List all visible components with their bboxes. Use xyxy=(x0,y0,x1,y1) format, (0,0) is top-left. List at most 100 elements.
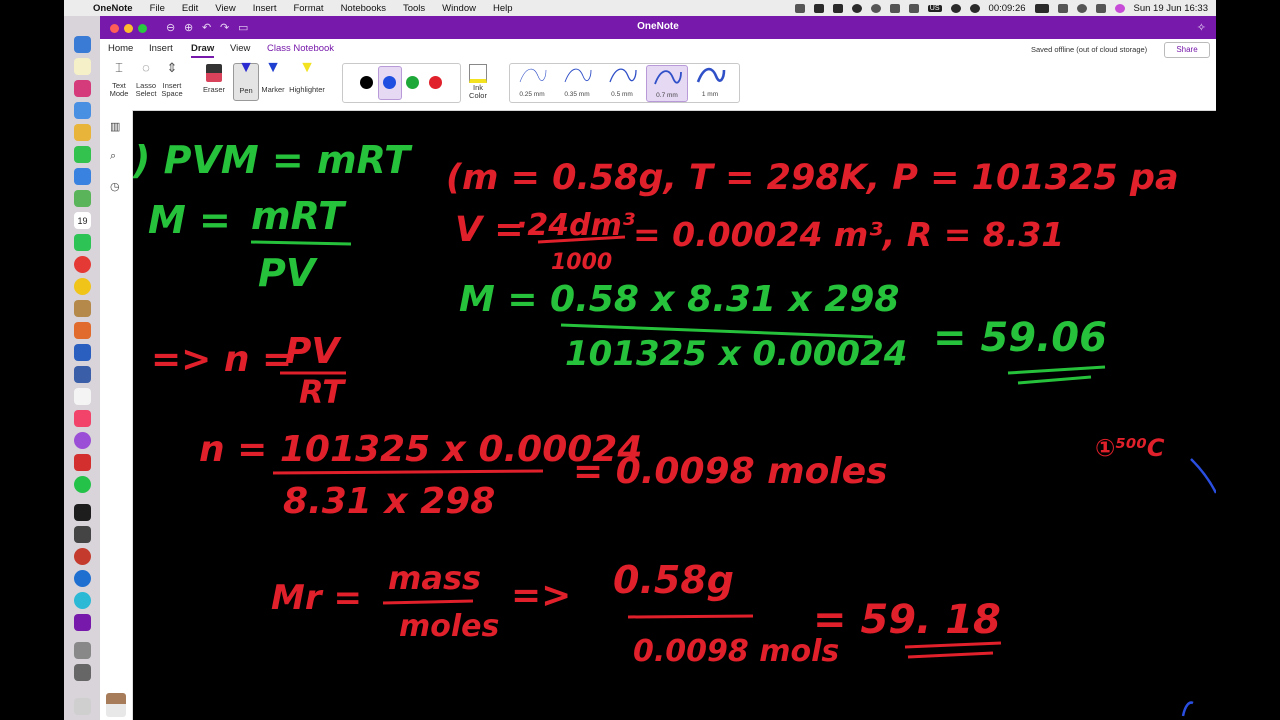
notes-icon[interactable] xyxy=(74,58,91,75)
text-mode-button[interactable]: ⌶ Text Mode xyxy=(106,61,132,98)
color-black[interactable] xyxy=(360,76,373,89)
downloads-icon[interactable] xyxy=(74,642,91,659)
insert-space-button[interactable]: ⇕ Insert Space xyxy=(159,61,185,98)
volume-icon[interactable] xyxy=(889,3,900,13)
given-values-line-1: (m = 0.58g, T = 298K, P = 101325 pa xyxy=(446,158,1179,198)
recent-notes-icon[interactable]: ◷ xyxy=(110,180,120,193)
onenote-icon[interactable] xyxy=(74,614,91,631)
menu-insert[interactable]: Insert xyxy=(253,3,277,14)
feedback-icon[interactable]: ✧ xyxy=(1197,21,1206,34)
tab-insert[interactable]: Insert xyxy=(149,43,173,54)
share-button[interactable]: Share xyxy=(1164,42,1210,58)
recording-timer: 00:09:26 xyxy=(988,2,1026,14)
battery-icon[interactable] xyxy=(1034,3,1049,13)
tab-class-notebook[interactable]: Class Notebook xyxy=(267,43,334,54)
menu-format[interactable]: Format xyxy=(293,3,323,14)
menubar-app-name[interactable]: OneNote xyxy=(93,3,133,14)
highlighter-button[interactable]: ▼ Highlighter xyxy=(287,59,327,94)
moles-formula-numerator: PV xyxy=(285,331,342,372)
media-icon[interactable] xyxy=(74,570,91,587)
pdf-icon[interactable] xyxy=(74,454,91,471)
whatsapp-icon[interactable] xyxy=(74,476,91,493)
color-red[interactable] xyxy=(429,76,442,89)
youtube-icon[interactable] xyxy=(74,256,91,273)
maps-icon[interactable] xyxy=(74,190,91,207)
facetime-icon[interactable] xyxy=(74,234,91,251)
pen-size-label: 0.35 mm xyxy=(564,91,590,98)
pen-size-0-5[interactable]: 0.5 mm xyxy=(602,64,642,102)
screen-capture-icon[interactable] xyxy=(74,504,91,521)
pen-size-0-35[interactable]: 0.35 mm xyxy=(557,64,597,102)
preview-icon[interactable] xyxy=(74,366,91,383)
camera-icon[interactable] xyxy=(74,526,91,543)
insert-space-label: Insert Space xyxy=(161,81,183,98)
marker-label: Marker xyxy=(261,85,285,94)
music-icon[interactable] xyxy=(74,410,91,427)
wifi-icon[interactable] xyxy=(1057,3,1068,13)
menubar-clock[interactable]: Sun 19 Jun 16:33 xyxy=(1134,3,1208,14)
chrome-icon[interactable] xyxy=(74,278,91,295)
dropbox-icon[interactable] xyxy=(794,3,805,13)
menu-notebooks[interactable]: Notebooks xyxy=(341,3,386,14)
moles-formula-label: => n = xyxy=(151,339,292,380)
photos-icon[interactable] xyxy=(74,124,91,141)
highlighter-icon: ▼ xyxy=(299,59,315,76)
app-icon[interactable] xyxy=(74,300,91,317)
relative-mass-result: = 59. 18 xyxy=(813,597,1001,643)
keyboard-input-indicator[interactable]: US xyxy=(927,4,942,12)
screen-mirror-icon[interactable] xyxy=(813,3,824,13)
documents-icon[interactable] xyxy=(74,664,91,681)
launchpad-icon[interactable] xyxy=(74,80,91,97)
bluetooth-icon[interactable] xyxy=(908,3,919,13)
search-icon[interactable]: ⌕ xyxy=(110,150,116,163)
spotlight-search-icon[interactable] xyxy=(1076,3,1087,13)
underline xyxy=(1007,365,1106,375)
messages-icon[interactable] xyxy=(74,146,91,163)
tab-view[interactable]: View xyxy=(230,43,250,54)
safari-icon[interactable] xyxy=(74,102,91,119)
menu-help[interactable]: Help xyxy=(493,3,513,14)
word-icon[interactable] xyxy=(74,344,91,361)
pen-size-0-7[interactable]: 0.7 mm xyxy=(646,65,688,102)
eraser-button[interactable]: Eraser xyxy=(200,64,228,94)
pen-size-1[interactable]: 1 mm xyxy=(690,64,730,102)
pen-label: Pen xyxy=(239,86,253,95)
ink-color-button[interactable]: Ink Color xyxy=(462,64,494,100)
record-pause-icon[interactable] xyxy=(969,3,980,13)
note-canvas[interactable]: ) PVM = mRT M = mRT PV (m = 0.58g, T = 2… xyxy=(133,111,1216,720)
calendar-icon[interactable]: 19 xyxy=(74,212,91,229)
powerpoint-icon[interactable] xyxy=(74,322,91,339)
mac-menubar: OneNote File Edit View Insert Format Not… xyxy=(64,0,1216,16)
molar-mass-denominator: PV xyxy=(258,251,318,295)
control-center-icon[interactable] xyxy=(1095,3,1106,13)
fraction-bar xyxy=(272,469,544,475)
mail-icon[interactable] xyxy=(74,168,91,185)
color-blue[interactable] xyxy=(383,76,396,89)
menu-view[interactable]: View xyxy=(215,3,235,14)
notebooks-icon[interactable]: ▥ xyxy=(110,120,120,133)
trash-icon[interactable] xyxy=(74,698,91,715)
ink-layer: ) PVM = mRT M = mRT PV (m = 0.58g, T = 2… xyxy=(133,138,1216,717)
pen-size-0-25[interactable]: 0.25 mm xyxy=(512,64,552,102)
display-icon[interactable] xyxy=(832,3,843,13)
airplay-icon[interactable] xyxy=(870,3,881,13)
finder-icon[interactable] xyxy=(74,36,91,53)
menu-edit[interactable]: Edit xyxy=(182,3,198,14)
webex-icon[interactable] xyxy=(74,592,91,609)
menu-file[interactable]: File xyxy=(150,3,165,14)
menu-window[interactable]: Window xyxy=(442,3,476,14)
menu-tools[interactable]: Tools xyxy=(403,3,425,14)
zoom-icon[interactable] xyxy=(74,548,91,565)
podcasts-icon[interactable] xyxy=(74,432,91,449)
lasso-select-button[interactable]: ◌ Lasso Select xyxy=(133,61,159,98)
color-green[interactable] xyxy=(406,76,419,89)
pen-button[interactable]: ▼ Pen xyxy=(233,60,259,101)
siri-icon[interactable] xyxy=(1114,3,1125,13)
pvm-equation: ) PVM = mRT xyxy=(133,138,413,182)
record-stop-icon[interactable] xyxy=(950,3,961,13)
creative-cloud-icon[interactable] xyxy=(851,3,862,13)
reminders-icon[interactable] xyxy=(74,388,91,405)
tab-home[interactable]: Home xyxy=(108,43,133,54)
marker-button[interactable]: ▼ Marker xyxy=(260,60,286,94)
tab-draw[interactable]: Draw xyxy=(191,43,215,58)
